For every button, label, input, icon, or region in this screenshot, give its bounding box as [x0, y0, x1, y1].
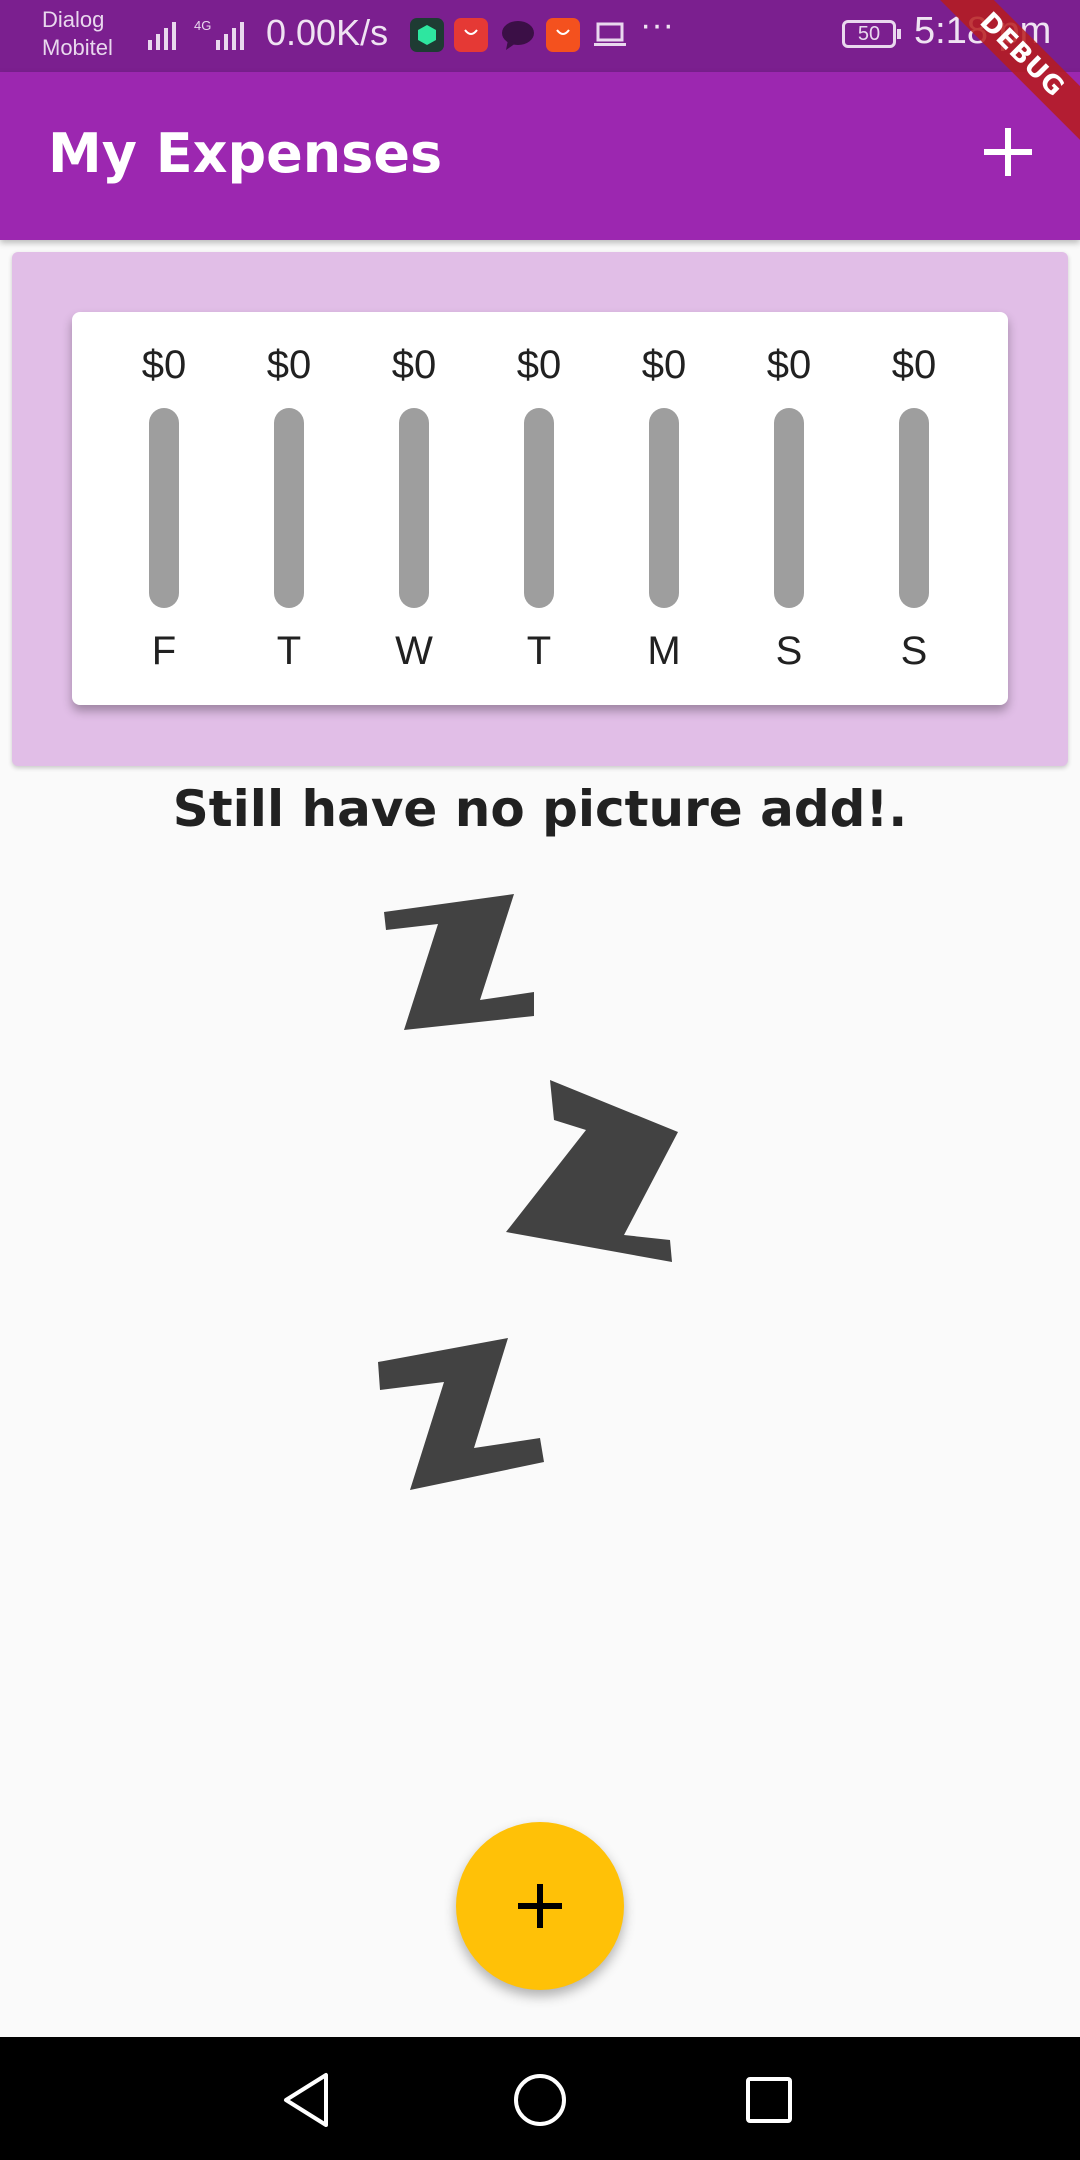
- empty-state-message: Still have no picture add!.: [172, 780, 908, 838]
- add-expense-fab[interactable]: [456, 1822, 624, 1990]
- weekly-chart-card: $0 F $0 T $0 W $0 T $0 M $0 S $0 S: [72, 312, 1008, 705]
- day-bar-track: [149, 408, 179, 608]
- shield-app-icon: [410, 18, 444, 52]
- signal-4g-icon: 4G: [194, 18, 244, 50]
- home-icon[interactable]: [505, 2065, 575, 2135]
- aliexpress-icon: [546, 18, 580, 52]
- weekly-spending-chart: $0 F $0 T $0 W $0 T $0 M $0 S $0 S: [142, 343, 937, 673]
- day-label: T: [277, 629, 301, 673]
- day-amount-label: $0: [267, 343, 312, 387]
- back-icon[interactable]: [274, 2065, 344, 2135]
- page-title: My Expenses: [48, 122, 443, 185]
- plus-icon: [518, 1884, 562, 1928]
- day-bar-track: [649, 408, 679, 608]
- signal-icon: [148, 22, 176, 50]
- system-nav-bar: [0, 2037, 1080, 2160]
- day-amount-label: $0: [517, 343, 562, 387]
- network-speed: 0.00K/s: [266, 12, 389, 53]
- battery-icon: 50: [842, 20, 901, 48]
- sleeping-zzz-illustration: [378, 894, 678, 1490]
- day-label: F: [152, 629, 176, 673]
- day-label: T: [527, 629, 551, 673]
- app-bar: My Expenses: [0, 72, 1080, 240]
- day-label: S: [901, 629, 928, 673]
- laptop-icon: [594, 22, 626, 46]
- day-amount-label: $0: [142, 343, 187, 387]
- day-amount-label: $0: [642, 343, 687, 387]
- day-bar-track: [524, 408, 554, 608]
- weekly-chart-container: $0 F $0 T $0 W $0 T $0 M $0 S $0 S: [12, 252, 1068, 766]
- day-bar-track: [399, 408, 429, 608]
- day-bar-track: [774, 408, 804, 608]
- recents-icon[interactable]: [734, 2065, 804, 2135]
- carrier-line-2: Mobitel: [42, 35, 113, 60]
- day-amount-label: $0: [767, 343, 812, 387]
- day-label: S: [776, 629, 803, 673]
- day-bar-track: [274, 408, 304, 608]
- message-icon: [502, 21, 534, 50]
- more-notifications-icon: ···: [640, 6, 674, 44]
- carrier-name: Dialog Mobitel: [42, 6, 142, 62]
- day-label: M: [647, 629, 680, 673]
- carrier-line-1: Dialog: [42, 7, 105, 32]
- add-expense-button[interactable]: [980, 124, 1036, 180]
- day-amount-label: $0: [892, 343, 937, 387]
- day-amount-label: $0: [392, 343, 437, 387]
- day-bar-track: [899, 408, 929, 608]
- huawei-store-icon: [454, 18, 488, 52]
- status-bar: Dialog Mobitel 4G 0.00K/s ··· 50 5:18 pm: [0, 0, 1080, 72]
- day-label: W: [395, 629, 433, 673]
- plus-icon: [984, 128, 1032, 176]
- svg-text:4G: 4G: [194, 18, 211, 33]
